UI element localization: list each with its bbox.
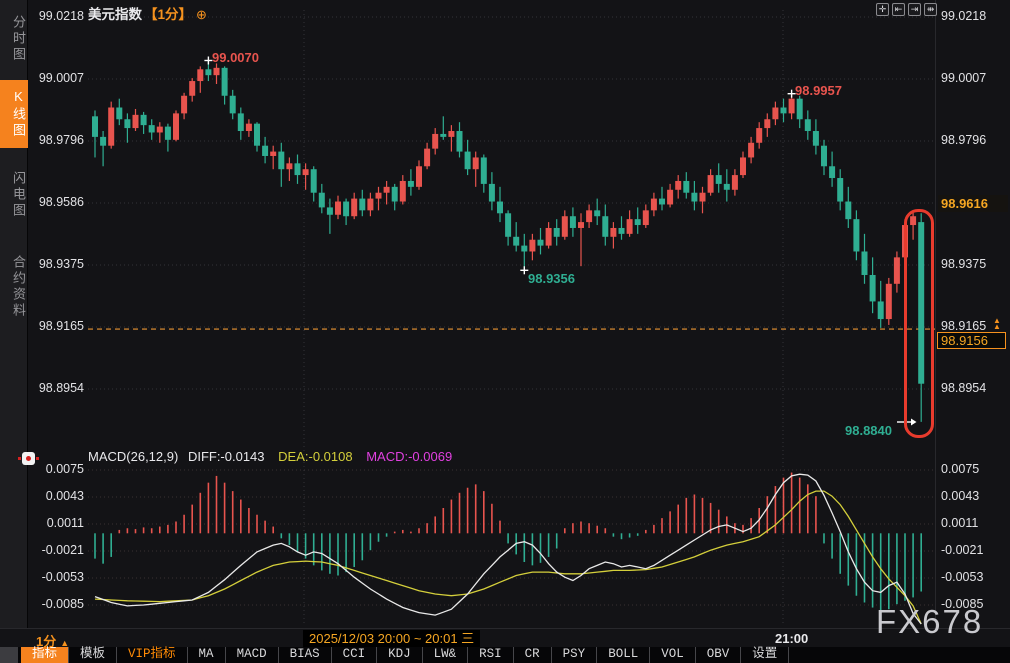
price-tick-right: 98.9375 [941, 257, 986, 271]
price-tick-right: 98.9796 [941, 133, 986, 147]
x-axis-time-label: 21:00 [775, 631, 808, 646]
price-tick-left: 98.8954 [0, 381, 84, 395]
macd-tick-left: -0.0085 [0, 597, 84, 611]
macd-tick-left: 0.0043 [0, 489, 84, 503]
pan-right-icon[interactable]: ⇻ [924, 3, 937, 16]
price-tick-left: 98.9586 [0, 195, 84, 209]
chart-title: 美元指数【1分】 ⊕ [88, 3, 207, 23]
axis-divider [935, 0, 936, 628]
status-bar: 1分▲ 2025/12/03 20:00 ~ 20:01 三 21:00 [0, 628, 1010, 647]
price-tick-right: 98.9165 [941, 319, 986, 333]
dea-line [95, 491, 921, 624]
macd-histogram [95, 473, 921, 611]
toolbar-tab-KDJ[interactable]: KDJ [377, 647, 423, 663]
toolbar-tab-LW&[interactable]: LW& [423, 647, 469, 663]
brand-watermark: FX678 [876, 603, 983, 641]
toolbar-tab-MA[interactable]: MA [188, 647, 226, 663]
toolbar-tab-MACD[interactable]: MACD [226, 647, 279, 663]
alert-burst-icon[interactable] [22, 452, 35, 465]
annotation-second-high: 98.9957 [795, 83, 842, 98]
price-tick-right: 99.0007 [941, 71, 986, 85]
last-price-marker: 98.9156 [937, 332, 1006, 349]
macd-tick-right: 0.0011 [941, 516, 978, 530]
toolbar-tab-BIAS[interactable]: BIAS [279, 647, 332, 663]
toolbar-tab-设置[interactable]: 设置 [741, 647, 789, 663]
price-tick-right: 99.0218 [941, 9, 986, 23]
toolbar-tab-模板[interactable]: 模板 [69, 647, 117, 663]
diff-value: DIFF:-0.0143 [188, 449, 265, 464]
toolbar-tab-指标[interactable]: 指标 [21, 647, 69, 663]
price-tick-left: 98.9165 [0, 319, 84, 333]
crosshair-time-tooltip: 2025/12/03 20:00 ~ 20:01 三 [303, 630, 480, 647]
compress-left-icon[interactable]: ⇤ [892, 3, 905, 16]
macd-tick-right: -0.0021 [941, 543, 983, 557]
toolbar-tab-OBV[interactable]: OBV [696, 647, 742, 663]
open-price-marker: 98.9616 [938, 195, 1008, 212]
macd-tick-left: 0.0075 [0, 462, 84, 476]
toolbar-tab-VIP指标[interactable]: VIP指标 [117, 647, 188, 663]
dea-value: DEA:-0.0108 [278, 449, 352, 464]
trading-terminal: 分时图K线图闪电图合约资料 美元指数【1分】⊕ ✛⇤⇥⇻ 99.021899.0… [0, 0, 1010, 663]
price-tick-left: 99.0007 [0, 71, 84, 85]
indicator-toolbar: 指标模板VIP指标MAMACDBIASCCIKDJLW&RSICRPSYBOLL… [0, 647, 1010, 663]
price-and-macd-chart[interactable] [0, 0, 1010, 628]
low-arrow-marker [897, 419, 917, 426]
symbol-name: 美元指数 [88, 7, 142, 22]
toolbar-tab-CCI[interactable]: CCI [332, 647, 378, 663]
annotation-session-low: 98.8840 [845, 423, 892, 438]
interval-badge: 【1分】 [144, 7, 192, 22]
macd-header: MACD(26,12,9) DIFF:-0.0143 DEA:-0.0108 M… [88, 449, 452, 464]
macd-tick-right: 0.0043 [941, 489, 979, 503]
macd-tick-left: -0.0053 [0, 570, 84, 584]
expand-right-icon[interactable]: ⇥ [908, 3, 921, 16]
macd-params-label: MACD(26,12,9) [88, 449, 178, 464]
toolbar-grip[interactable] [0, 647, 18, 663]
toolbar-tab-CR[interactable]: CR [514, 647, 552, 663]
move-icon[interactable]: ✛ [876, 3, 889, 16]
circle-plus-icon[interactable]: ⊕ [196, 7, 207, 22]
price-tick-left: 98.9375 [0, 257, 84, 271]
toolbar-tab-RSI[interactable]: RSI [468, 647, 514, 663]
macd-tick-right: -0.0053 [941, 570, 983, 584]
candles [92, 60, 924, 421]
annotation-local-low: 98.9356 [528, 271, 575, 286]
chart-window-controls: ✛⇤⇥⇻ [876, 3, 937, 16]
price-tick-left: 98.9796 [0, 133, 84, 147]
toolbar-tab-BOLL[interactable]: BOLL [597, 647, 650, 663]
macd-value: MACD:-0.0069 [366, 449, 452, 464]
macd-tick-right: 0.0075 [941, 462, 979, 476]
macd-tick-left: 0.0011 [0, 516, 84, 530]
macd-tick-left: -0.0021 [0, 543, 84, 557]
price-tick-left: 99.0218 [0, 9, 84, 23]
double-up-arrow-icon: ▲▲ [993, 318, 1001, 330]
price-tick-right: 98.8954 [941, 381, 986, 395]
toolbar-tab-VOL[interactable]: VOL [650, 647, 696, 663]
toolbar-tab-PSY[interactable]: PSY [552, 647, 598, 663]
annotation-session-high: 99.0070 [212, 50, 259, 65]
